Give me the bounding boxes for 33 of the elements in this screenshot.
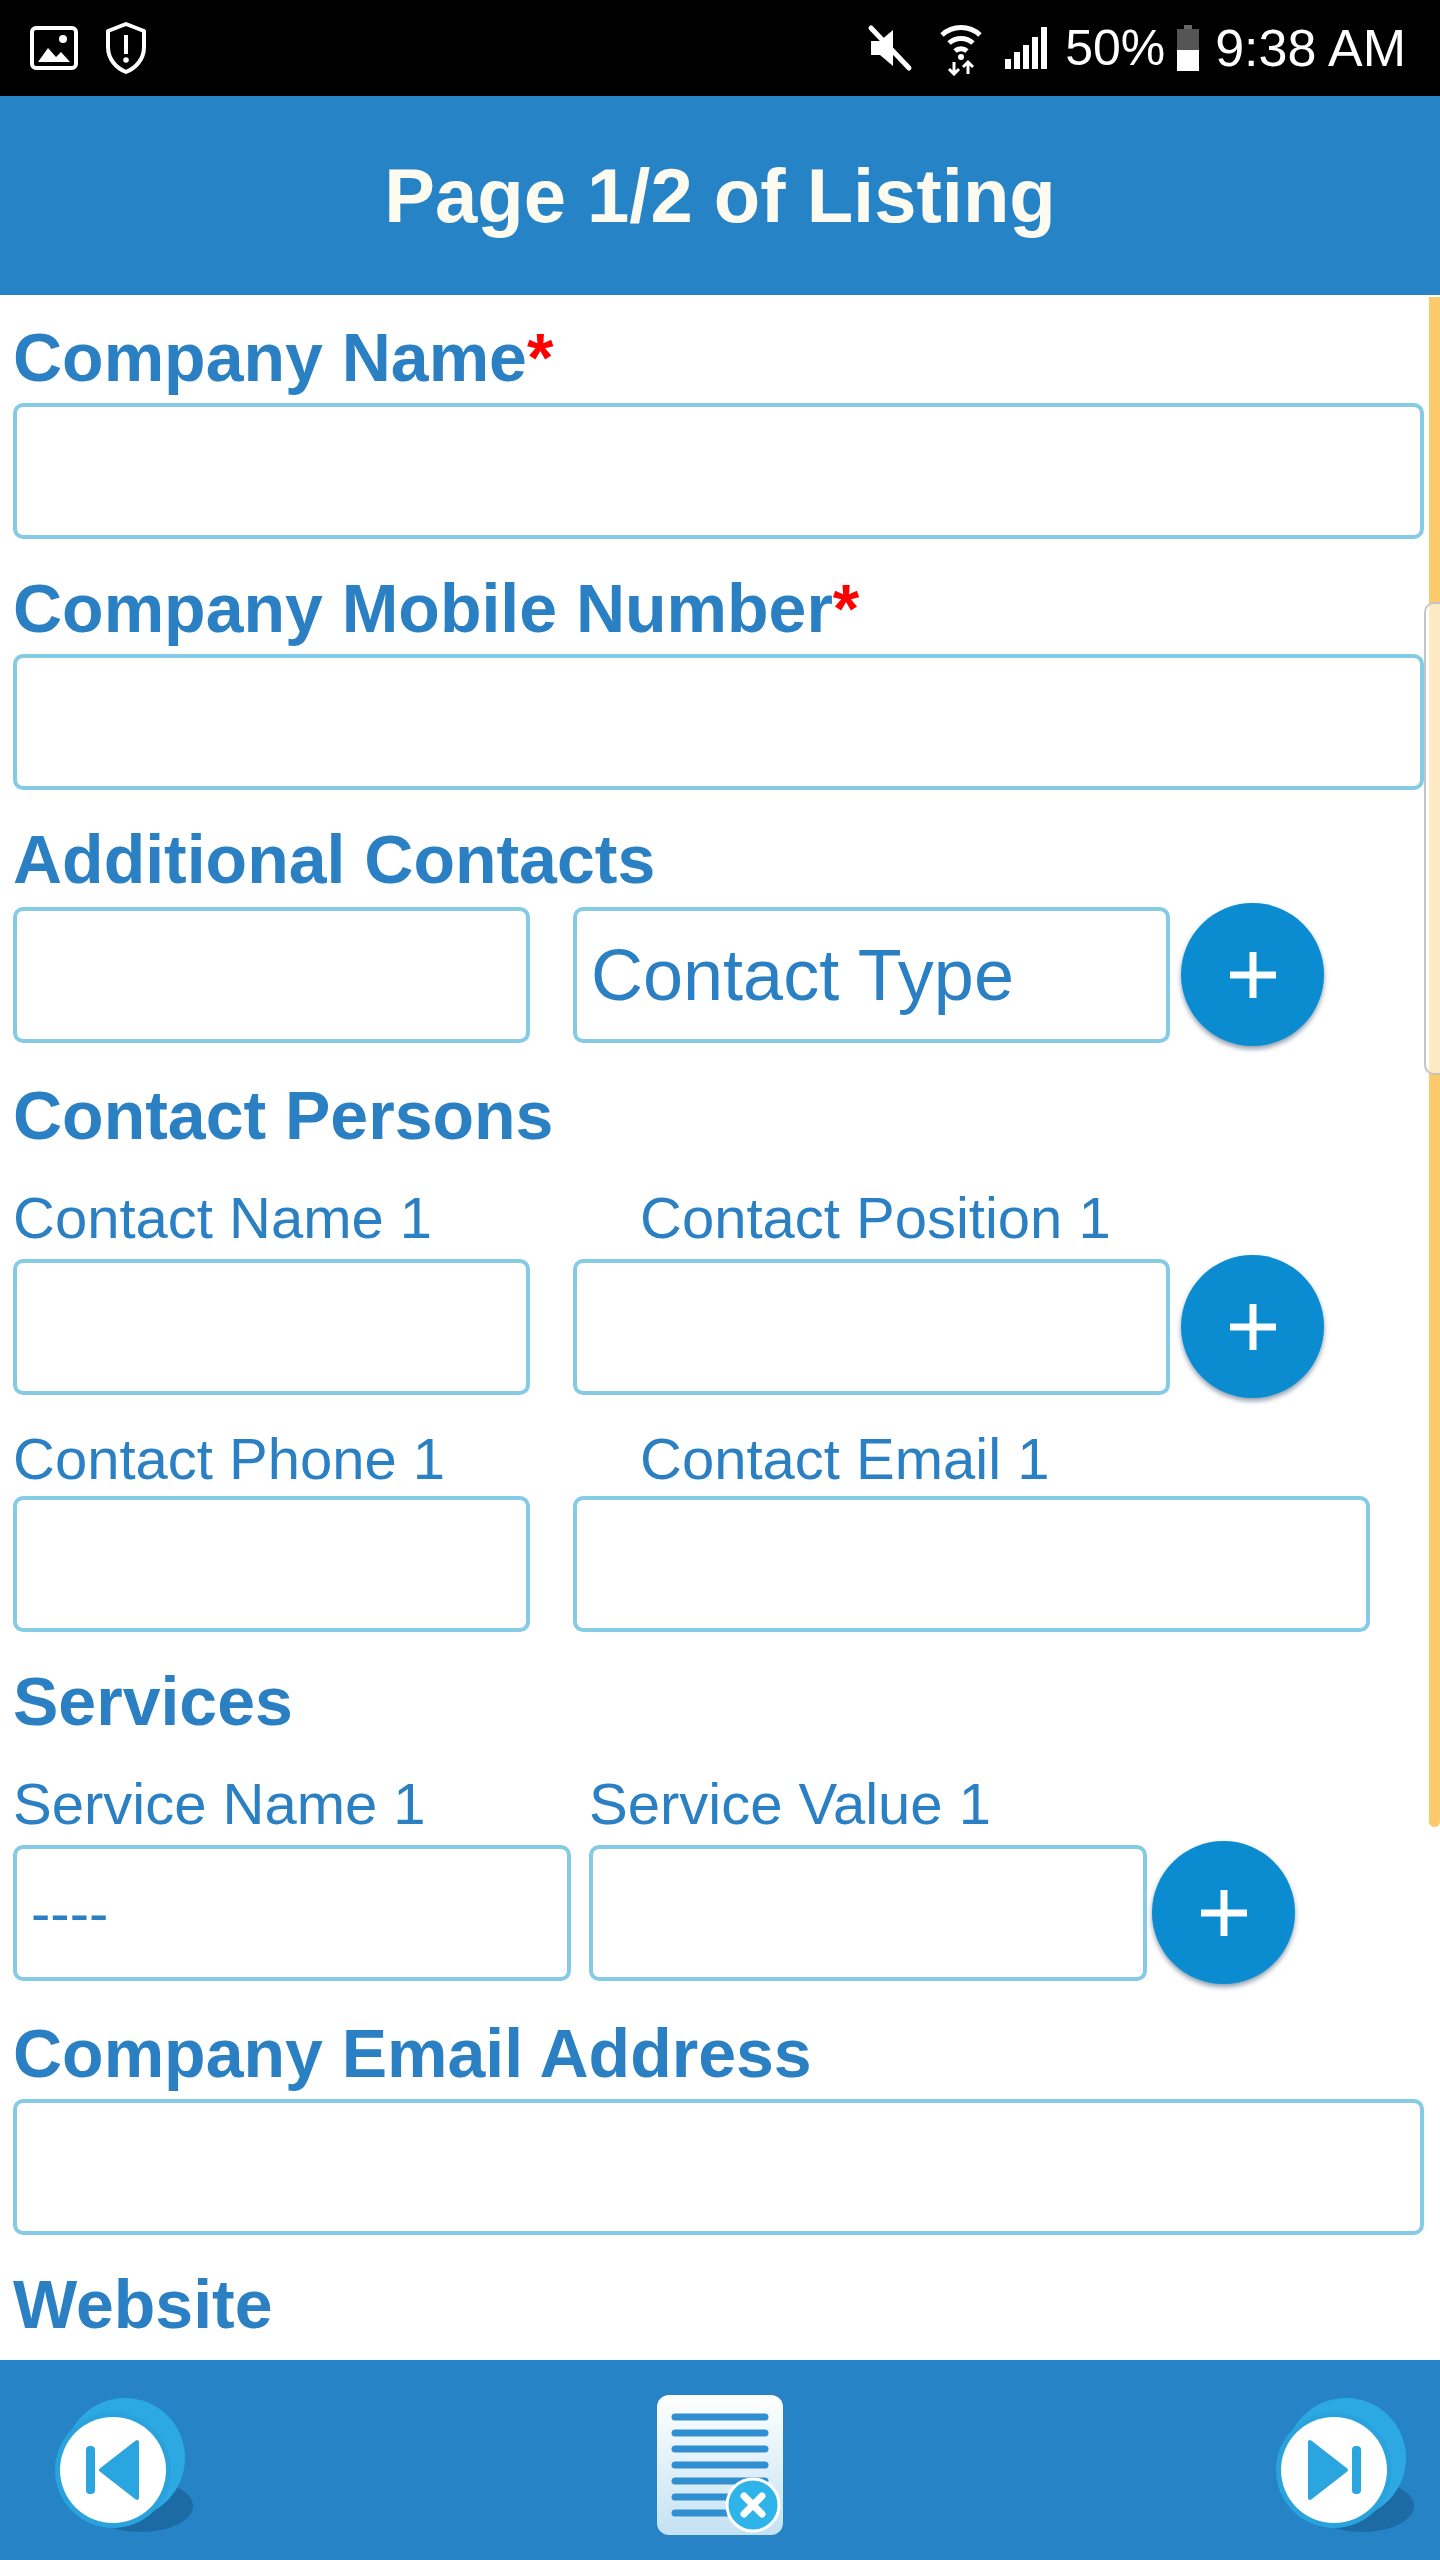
plus-icon (1229, 951, 1276, 998)
shield-alert-icon (104, 21, 148, 75)
text-field[interactable] (13, 906, 530, 1043)
field-label: Contact Position 1 (640, 1189, 1112, 1247)
field-label: Services (13, 1667, 293, 1735)
field-label: Website (13, 2270, 273, 2338)
signal-icon (1003, 27, 1050, 69)
battery-icon (1177, 25, 1200, 71)
plus-icon (1229, 1303, 1276, 1350)
field-label: Service Value 1 (589, 1775, 992, 1833)
text-field[interactable] (13, 1496, 530, 1632)
field-label: Contact Name 1 (13, 1189, 434, 1247)
text-field[interactable] (13, 2099, 1424, 2235)
clock: 9:38 AM (1215, 22, 1406, 74)
text-field[interactable] (589, 1844, 1147, 1981)
text-field[interactable]: ---- (13, 1844, 571, 1981)
field-label: Contact Phone 1 (13, 1430, 447, 1488)
field-label: Service Name 1 (13, 1775, 427, 1833)
edge-panel-handle[interactable] (1424, 602, 1440, 1075)
dropdown-field[interactable]: Contact Type (573, 906, 1170, 1043)
text-field[interactable] (573, 1496, 1370, 1632)
plus-icon (1200, 1889, 1247, 1936)
clear-form-button[interactable] (657, 2395, 783, 2535)
text-field[interactable] (13, 654, 1424, 790)
battery-percentage: 50% (1065, 23, 1166, 73)
document-delete-icon (657, 2395, 783, 2535)
text-field[interactable] (13, 1258, 530, 1395)
field-label: Contact Persons (13, 1081, 554, 1149)
image-icon (30, 26, 78, 70)
field-label: Additional Contacts (13, 825, 656, 893)
text-field[interactable] (573, 1258, 1170, 1395)
field-label: Contact Email 1 (640, 1430, 1051, 1488)
text-field[interactable] (13, 403, 1424, 539)
